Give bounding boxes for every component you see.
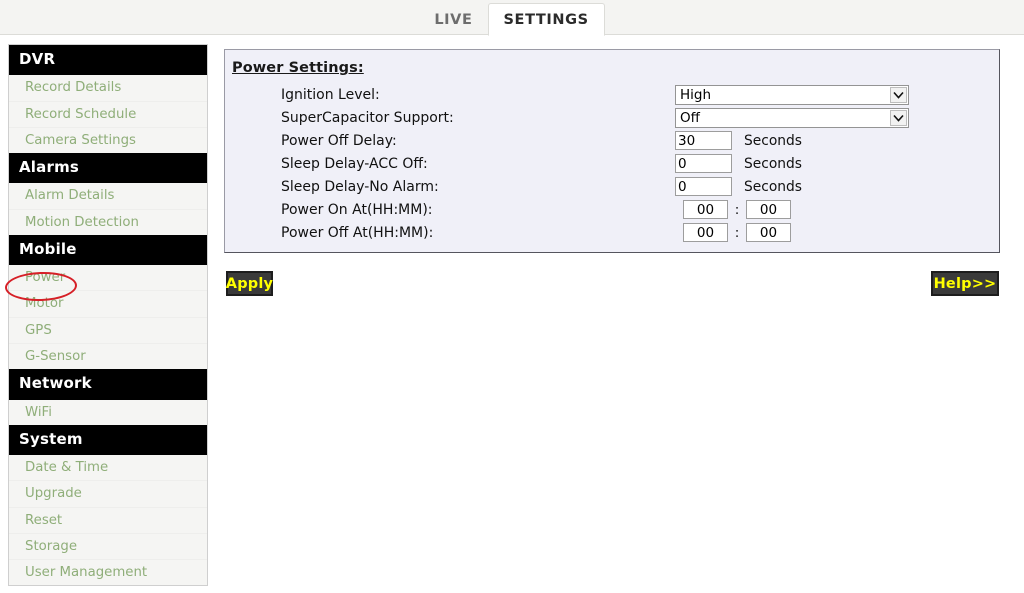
row-sleep-delay-acc-off: Sleep Delay-ACC Off: Seconds [225, 152, 999, 175]
sidebar-item-record-details[interactable]: Record Details [9, 75, 207, 102]
power-settings-form: Ignition Level: High SuperCapacitor Supp… [225, 83, 999, 244]
top-tab-bar: LIVE SETTINGS [0, 0, 1024, 36]
help-button[interactable]: Help>> [931, 271, 999, 296]
sidebar-item-g-sensor[interactable]: G-Sensor [9, 344, 207, 369]
tab-list: LIVE SETTINGS [0, 0, 1024, 36]
sidebar-header-mobile: Mobile [9, 234, 207, 266]
chevron-down-icon[interactable] [890, 109, 907, 126]
row-supercapacitor-support: SuperCapacitor Support: Off [225, 106, 999, 129]
tab-live[interactable]: LIVE [419, 4, 487, 35]
field-power-off-at: : [675, 223, 791, 242]
time-separator: : [734, 201, 740, 218]
field-sleep-delay-no-alarm: Seconds [675, 177, 802, 196]
sidebar-group-system: Date & Time Upgrade Reset Storage User M… [9, 455, 207, 586]
sidebar-group-network: WiFi [9, 399, 207, 425]
label-power-off-at: Power Off At(HH:MM): [281, 224, 434, 241]
label-power-on-at: Power On At(HH:MM): [281, 201, 433, 218]
sidebar-header-alarms: Alarms [9, 153, 207, 184]
input-power-on-at-minutes[interactable] [746, 200, 791, 219]
unit-sleep-delay-acc-off: Seconds [744, 155, 802, 172]
sidebar-item-date-time[interactable]: Date & Time [9, 455, 207, 482]
time-separator: : [734, 224, 740, 241]
sidebar-group-mobile: Power Motor GPS G-Sensor [9, 265, 207, 370]
field-power-on-at: : [675, 200, 791, 219]
sidebar-item-record-schedule[interactable]: Record Schedule [9, 102, 207, 128]
sidebar-header-system: System [9, 424, 207, 456]
field-ignition-level: High [675, 84, 909, 105]
sidebar-nav: DVR Record Details Record Schedule Camer… [8, 44, 208, 587]
sidebar-item-upgrade[interactable]: Upgrade [9, 481, 207, 508]
unit-sleep-delay-no-alarm: Seconds [744, 178, 802, 195]
row-ignition-level: Ignition Level: High [225, 83, 999, 106]
sidebar-item-user-management[interactable]: User Management [9, 560, 207, 585]
field-supercapacitor-support: Off [675, 107, 909, 128]
label-power-off-delay: Power Off Delay: [281, 132, 397, 149]
input-sleep-delay-acc-off[interactable] [675, 154, 732, 173]
row-power-off-at: Power Off At(HH:MM): : [225, 221, 999, 244]
select-ignition-level[interactable]: High [675, 84, 909, 105]
sidebar-item-power[interactable]: Power [9, 265, 207, 292]
sidebar-group-alarms: Alarm Details Motion Detection [9, 183, 207, 235]
power-settings-panel: Power Settings: Ignition Level: High Sup… [224, 49, 1000, 253]
chevron-down-icon[interactable] [890, 86, 907, 103]
select-supercapacitor-support[interactable]: Off [675, 107, 909, 128]
row-power-on-at: Power On At(HH:MM): : [225, 198, 999, 221]
unit-power-off-delay: Seconds [744, 132, 802, 149]
sidebar-item-motor[interactable]: Motor [9, 291, 207, 318]
sidebar-item-reset[interactable]: Reset [9, 508, 207, 534]
sidebar-item-camera-settings[interactable]: Camera Settings [9, 128, 207, 153]
tab-settings[interactable]: SETTINGS [487, 3, 605, 36]
sidebar-header-network: Network [9, 369, 207, 400]
input-power-off-delay[interactable] [675, 131, 732, 150]
label-sleep-delay-acc-off: Sleep Delay-ACC Off: [281, 155, 428, 172]
input-sleep-delay-no-alarm[interactable] [675, 177, 732, 196]
row-power-off-delay: Power Off Delay: Seconds [225, 129, 999, 152]
label-ignition-level: Ignition Level: [281, 86, 380, 103]
field-power-off-delay: Seconds [675, 131, 802, 150]
input-power-off-at-hours[interactable] [683, 223, 728, 242]
sidebar-header-dvr: DVR [9, 45, 207, 76]
apply-button[interactable]: Apply [226, 271, 273, 296]
input-power-on-at-hours[interactable] [683, 200, 728, 219]
select-supercapacitor-support-value: Off [680, 109, 700, 126]
sidebar-item-motion-detection[interactable]: Motion Detection [9, 210, 207, 235]
field-sleep-delay-acc-off: Seconds [675, 154, 802, 173]
label-supercapacitor-support: SuperCapacitor Support: [281, 109, 454, 126]
label-sleep-delay-no-alarm: Sleep Delay-No Alarm: [281, 178, 439, 195]
panel-title: Power Settings: [232, 60, 364, 76]
sidebar-item-alarm-details[interactable]: Alarm Details [9, 183, 207, 210]
sidebar-item-wifi[interactable]: WiFi [9, 400, 207, 425]
sidebar-item-storage[interactable]: Storage [9, 534, 207, 561]
sidebar-item-gps[interactable]: GPS [9, 318, 207, 344]
row-sleep-delay-no-alarm: Sleep Delay-No Alarm: Seconds [225, 175, 999, 198]
select-ignition-level-value: High [680, 86, 712, 103]
sidebar-group-dvr: Record Details Record Schedule Camera Se… [9, 75, 207, 154]
input-power-off-at-minutes[interactable] [746, 223, 791, 242]
